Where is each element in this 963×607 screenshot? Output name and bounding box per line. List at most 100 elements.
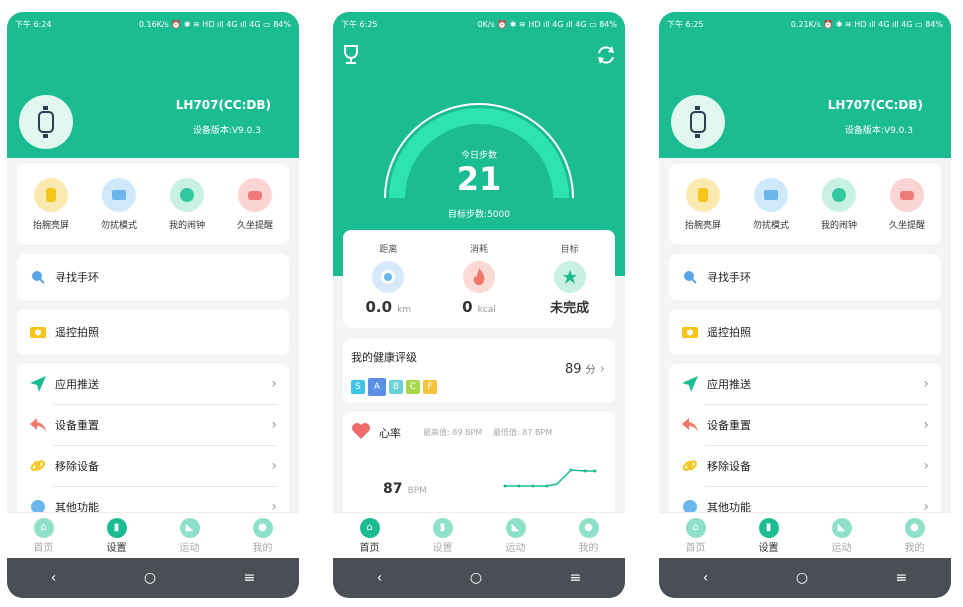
grade-scale: SABCF (351, 374, 440, 396)
watch-tab-icon: ▮ (106, 517, 127, 538)
recents-button[interactable]: ≡ (570, 570, 582, 586)
status-indicators: 0.21K/s ⏰ ✱ ≋ HD ıll 4G ıll 4G ▭ 84% (790, 19, 943, 29)
menu-remove-device[interactable]: 移除设备 › (17, 446, 289, 486)
recents-button[interactable]: ≡ (896, 570, 908, 586)
heart-rate-title: 心率 (379, 427, 401, 440)
user-icon: ● (904, 517, 925, 538)
chevron-right-icon: › (271, 417, 277, 433)
find-band-label: 寻找手环 (707, 271, 751, 284)
system-nav-bar: ‹ ○ ≡ (7, 558, 299, 598)
heart-rate-value: 87 BPM (383, 481, 427, 497)
tab-sport[interactable]: ◣ 运动 (486, 517, 546, 554)
quick-raise-wrist[interactable]: 抬腕亮屏 (673, 178, 733, 244)
device-avatar[interactable] (671, 95, 725, 149)
settings-menu: 应用推送 › 设备重置 › 移除设备 › 其他功能 › (17, 364, 289, 524)
tab-mine[interactable]: ● 我的 (559, 517, 619, 554)
quick-do-not-disturb[interactable]: 勿扰模式 (89, 178, 149, 244)
tab-mine[interactable]: ● 我的 (233, 517, 293, 554)
steps-value: 21 (456, 160, 502, 198)
metric-goal: 目标 未完成 (550, 245, 590, 316)
alarm-icon (170, 178, 204, 212)
quick-sedentary[interactable]: 久坐提醒 (225, 178, 285, 244)
search-icon (681, 270, 699, 284)
tab-home[interactable]: ⌂ 首页 (14, 517, 74, 554)
home-icon: ⌂ (685, 517, 706, 538)
menu-app-push[interactable]: 应用推送 › (669, 364, 941, 404)
find-band-label: 寻找手环 (55, 271, 99, 284)
chevron-right-icon: › (271, 458, 277, 474)
quick-actions: 抬腕亮屏 勿扰模式 我的闹钟 久坐提醒 (17, 164, 289, 244)
raise-wrist-icon (34, 178, 68, 212)
heart-rate-card[interactable]: 心率 最高值: 89 BPM 最低值: 87 BPM 87 BPM (343, 412, 615, 516)
heart-icon (351, 422, 371, 444)
status-time: 下午 6:24 (15, 19, 52, 29)
shoe-icon: ◣ (831, 517, 852, 538)
send-icon (681, 376, 699, 392)
device-version: 设备版本:V9.0.3 (192, 126, 261, 136)
heart-rate-min: 最低值: 87 BPM (493, 428, 553, 437)
steps-goal: 目标步数:5000 (448, 210, 510, 220)
health-rating-card[interactable]: 我的健康评级 SABCF 89 分 › (343, 339, 615, 403)
find-band-button[interactable]: 寻找手环 (669, 254, 941, 300)
back-button[interactable]: ‹ (377, 570, 383, 586)
do-not-disturb-icon (754, 178, 788, 212)
recents-button[interactable]: ≡ (244, 570, 256, 586)
quick-raise-wrist[interactable]: 抬腕亮屏 (21, 178, 81, 244)
tab-sport[interactable]: ◣ 运动 (812, 517, 872, 554)
watch-icon (38, 106, 54, 138)
menu-app-push[interactable]: 应用推送 › (17, 364, 289, 404)
metrics-card: 距离 0.0 km 消耗 0 kcal 目标 未完成 (343, 230, 615, 328)
chevron-right-icon: › (923, 376, 929, 392)
home-icon: ⌂ (359, 517, 380, 538)
quick-sedentary[interactable]: 久坐提醒 (877, 178, 937, 244)
quick-alarm[interactable]: 我的闹钟 (157, 178, 217, 244)
back-button[interactable]: ‹ (51, 570, 57, 586)
quick-alarm[interactable]: 我的闹钟 (809, 178, 869, 244)
heart-rate-sparkline (503, 468, 597, 488)
status-bar: 下午 6:25 0K/s ⏰ ✱ ≋ HD ıll 4G ıll 4G ▭ 84… (333, 12, 625, 36)
menu-device-reset[interactable]: 设备重置 › (17, 405, 289, 445)
tab-settings[interactable]: ▮ 设置 (87, 517, 147, 554)
home-button[interactable]: ○ (144, 570, 156, 586)
do-not-disturb-icon (102, 178, 136, 212)
link-icon (29, 458, 47, 474)
camera-icon (681, 326, 699, 338)
status-bar: 下午 6:24 0.16K/s ⏰ ✱ ≋ HD ıll 4G ıll 4G ▭… (7, 12, 299, 36)
shoe-icon: ◣ (179, 517, 200, 538)
status-indicators: 0.16K/s ⏰ ✱ ≋ HD ıll 4G ıll 4G ▭ 84% (138, 19, 291, 29)
trophy-icon[interactable] (341, 44, 361, 70)
quick-do-not-disturb[interactable]: 勿扰模式 (741, 178, 801, 244)
status-time: 下午 6:25 (341, 19, 378, 29)
remote-photo-button[interactable]: 遥控拍照 (669, 309, 941, 355)
tab-bar: ⌂ 首页 ▮ 设置 ◣ 运动 ● 我的 (333, 512, 625, 558)
tab-home[interactable]: ⌂ 首页 (666, 517, 726, 554)
reset-icon (681, 418, 699, 432)
sync-icon[interactable] (595, 44, 617, 70)
home-button[interactable]: ○ (470, 570, 482, 586)
system-nav-bar: ‹ ○ ≡ (333, 558, 625, 598)
heart-rate-max: 最高值: 89 BPM (423, 428, 483, 437)
device-avatar[interactable] (19, 95, 73, 149)
remote-photo-button[interactable]: 遥控拍照 (17, 309, 289, 355)
phone-settings-2: 下午 6:25 0.21K/s ⏰ ✱ ≋ HD ıll 4G ıll 4G ▭… (659, 12, 951, 598)
device-name: LH707(CC:DB) (175, 98, 271, 112)
raise-wrist-icon (686, 178, 720, 212)
sedentary-icon (238, 178, 272, 212)
chevron-right-icon: › (923, 458, 929, 474)
home-icon: ⌂ (33, 517, 54, 538)
search-icon (29, 270, 47, 284)
find-band-button[interactable]: 寻找手环 (17, 254, 289, 300)
phone-settings-1: 下午 6:24 0.16K/s ⏰ ✱ ≋ HD ıll 4G ıll 4G ▭… (7, 12, 299, 598)
menu-remove-device[interactable]: 移除设备 › (669, 446, 941, 486)
back-button[interactable]: ‹ (703, 570, 709, 586)
tab-bar: ⌂ 首页 ▮ 设置 ◣ 运动 ● 我的 (659, 512, 951, 558)
tab-settings[interactable]: ▮ 设置 (739, 517, 799, 554)
tab-mine[interactable]: ● 我的 (885, 517, 945, 554)
star-badge-icon (553, 261, 586, 293)
tab-sport[interactable]: ◣ 运动 (160, 517, 220, 554)
tab-home[interactable]: ⌂ 首页 (340, 517, 400, 554)
tab-settings[interactable]: ▮ 设置 (413, 517, 473, 554)
home-button[interactable]: ○ (796, 570, 808, 586)
sedentary-icon (890, 178, 924, 212)
menu-device-reset[interactable]: 设备重置 › (669, 405, 941, 445)
